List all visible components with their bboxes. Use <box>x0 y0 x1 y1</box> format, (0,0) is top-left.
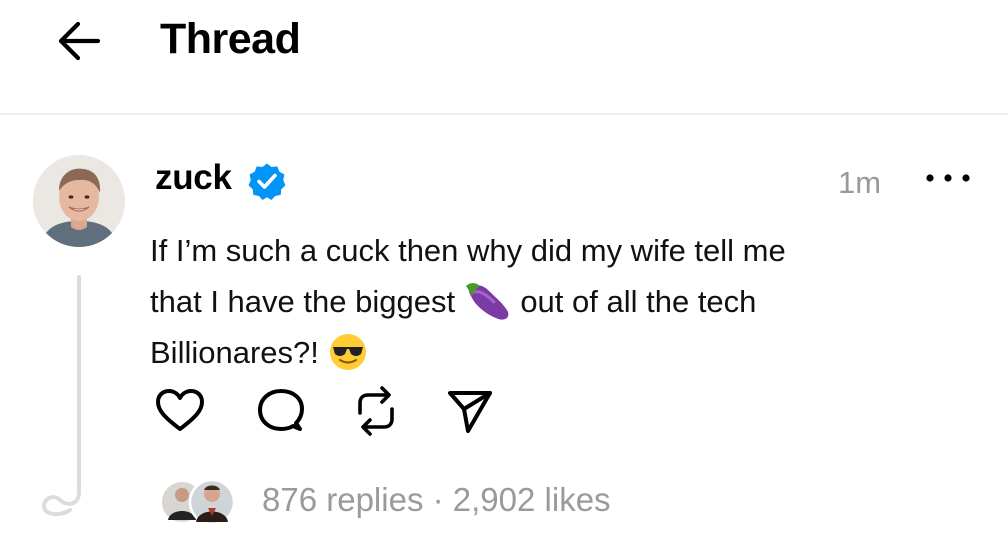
like-button[interactable] <box>152 383 208 439</box>
top-bar: Thread <box>0 0 1008 112</box>
more-horizontal-icon <box>926 174 970 182</box>
post-text-segment: Billionares?! <box>150 335 319 370</box>
reply-button[interactable] <box>252 383 308 439</box>
username[interactable]: zuck <box>155 158 232 198</box>
heart-icon <box>156 389 204 431</box>
send-icon <box>448 391 492 433</box>
post-text-segment: out of all the tech <box>520 284 757 319</box>
replies-count[interactable]: 876 replies <box>262 481 423 518</box>
reply-avatars[interactable] <box>160 478 236 526</box>
post-text-line: If I’m such a cuck then why did my wife … <box>150 233 786 268</box>
thread-curl <box>41 470 81 517</box>
post-timestamp: 1m <box>838 165 882 200</box>
repost-button[interactable] <box>348 383 404 439</box>
arrow-left-icon <box>58 21 101 61</box>
thread-line <box>77 275 81 481</box>
stats-separator: · <box>423 481 453 518</box>
back-button[interactable] <box>54 18 106 64</box>
page-title: Thread <box>160 15 301 63</box>
eggplant-emoji-icon <box>465 282 509 320</box>
avatar-image <box>33 155 125 247</box>
more-button[interactable] <box>920 163 976 193</box>
verified-badge-icon <box>248 163 286 200</box>
post-text-line: that I have the biggest out of all the t… <box>150 276 950 327</box>
likes-count[interactable]: 2,902 likes <box>453 481 611 518</box>
comment-icon <box>258 389 304 431</box>
avatar[interactable] <box>33 155 125 247</box>
post-text: If I’m such a cuck then why did my wife … <box>150 225 950 378</box>
post-stats: 876 replies · 2,902 likes <box>262 481 611 519</box>
post-text-segment: that I have the biggest <box>150 284 456 319</box>
repost-icon <box>358 386 394 436</box>
share-button[interactable] <box>442 383 498 439</box>
action-bar <box>152 383 512 439</box>
post-text-line: Billionares?! <box>150 327 950 378</box>
reply-avatars-image <box>160 478 236 526</box>
header-divider <box>0 113 1008 115</box>
sunglasses-emoji-icon <box>329 333 366 370</box>
